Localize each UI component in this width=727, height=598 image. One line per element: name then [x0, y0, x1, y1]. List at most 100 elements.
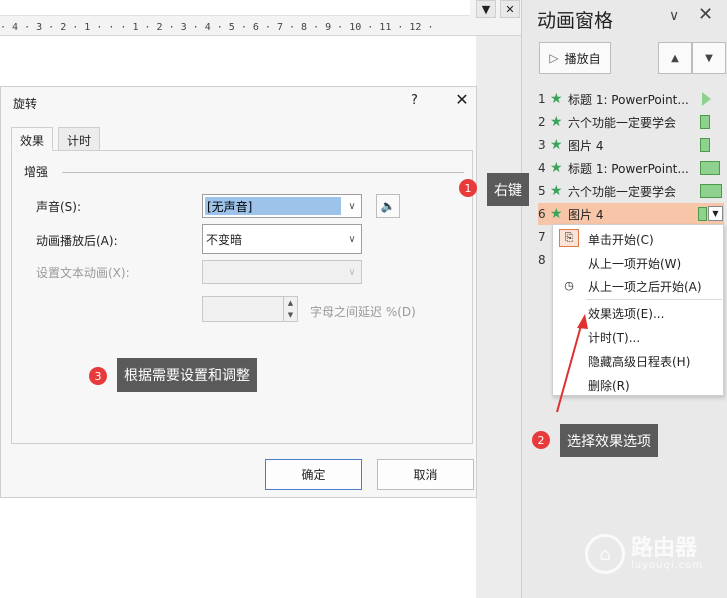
chevron-down-icon: ∨ [348, 233, 356, 245]
after-animation-value: 不变暗 [206, 233, 243, 247]
play-from-button[interactable]: ▷ 播放自 [539, 42, 611, 74]
item-number: 8 [538, 253, 546, 267]
timeline-bar[interactable] [700, 184, 722, 198]
item-number: 3 [538, 138, 546, 152]
move-down-button[interactable]: ▼ [692, 42, 726, 74]
after-animation-label: 动画播放后(A): [36, 234, 118, 248]
star-icon: ★ [550, 91, 563, 107]
animate-text-label: 设置文本动画(X): [36, 266, 130, 280]
animation-item[interactable]: 3 ★ 图片 4 [538, 134, 724, 156]
triangle-down-icon: ▼ [705, 52, 713, 64]
clock-icon: ◷ [564, 278, 574, 292]
step-badge: 3 [89, 367, 107, 385]
speaker-icon: 🔈 [380, 199, 396, 213]
dialog-close-button[interactable]: ✕ [452, 90, 472, 109]
animation-item[interactable]: 4 ★ 标题 1: PowerPoint... [538, 157, 724, 179]
sound-label: 声音(S): [36, 200, 82, 214]
step-callout: 根据需要设置和调整 [117, 358, 257, 392]
timeline-bar[interactable] [700, 161, 720, 175]
item-name: 六个功能一定要学会 [568, 184, 677, 199]
item-name: 六个功能一定要学会 [568, 115, 677, 130]
timeline-marker [702, 92, 711, 106]
pane-options-button[interactable]: ∨ [669, 8, 679, 24]
chevron-down-icon: ▼ [481, 2, 491, 16]
menu-item-with-previous[interactable]: 从上一项开始(W) [553, 251, 723, 274]
section-divider [62, 172, 464, 173]
menu-item-timing[interactable]: 计时(T)... [553, 325, 723, 348]
star-icon: ★ [550, 114, 563, 130]
triangle-up-icon: ▲ [671, 52, 679, 64]
ok-button[interactable]: 确定 [265, 459, 362, 490]
tab-effect[interactable]: 效果 [11, 127, 54, 151]
rotate-effect-dialog: 旋转 ? ✕ 效果 计时 增强 声音(S): [无声音] ∨ 🔈 动画播放后(A… [0, 86, 477, 498]
letter-delay-spinner[interactable]: ▲ ▼ [202, 296, 298, 322]
watermark: ⌂ 路由器 luyouqi.com [585, 534, 703, 574]
sound-value: [无声音] [205, 197, 341, 215]
item-number: 4 [538, 161, 546, 175]
mouse-icon: ⎘ [559, 229, 579, 247]
item-number: 1 [538, 92, 546, 106]
pane-close-button[interactable]: ✕ [698, 4, 713, 25]
step-callout: 右键 [487, 173, 529, 206]
menu-item-effect-options[interactable]: 效果选项(E)... [553, 301, 723, 324]
context-menu: ⎘ 单击开始(C) 从上一项开始(W) ◷ 从上一项之后开始(A) 效果选项(E… [552, 224, 724, 396]
ribbon-dropdown-button[interactable]: ▼ [476, 0, 496, 18]
cancel-button[interactable]: 取消 [377, 459, 474, 490]
animate-text-select[interactable]: ∨ [202, 260, 362, 284]
close-icon: ✕ [698, 4, 714, 25]
timeline-bar[interactable] [700, 115, 710, 129]
star-icon: ★ [550, 160, 563, 176]
timeline-bar[interactable] [698, 207, 707, 221]
help-button[interactable]: ? [411, 93, 418, 108]
timeline-bar[interactable] [700, 138, 710, 152]
ruler-topbar [0, 0, 470, 16]
after-animation-select[interactable]: 不变暗 ∨ [202, 224, 362, 254]
spin-down-icon[interactable]: ▼ [284, 309, 297, 321]
ruler-ticks: · 4 · 3 · 2 · 1 · · · 1 · 2 · 3 · 4 · 5 … [0, 22, 434, 33]
menu-item-start-on-click[interactable]: ⎘ 单击开始(C) [553, 227, 723, 250]
item-name: 图片 4 [568, 207, 604, 222]
animation-item[interactable]: 1 ★ 标题 1: PowerPoint... [538, 88, 724, 110]
spinner-buttons[interactable]: ▲ ▼ [283, 297, 297, 321]
item-name: 标题 1: PowerPoint... [568, 92, 688, 107]
play-from-label: 播放自 [564, 51, 601, 66]
close-icon: ✕ [505, 2, 515, 16]
ruler-close-button[interactable]: ✕ [500, 0, 520, 18]
item-name: 标题 1: PowerPoint... [568, 161, 688, 176]
effect-tab-panel: 增强 声音(S): [无声音] ∨ 🔈 动画播放后(A): 不变暗 ∨ 设置文本… [11, 150, 473, 444]
pane-title: 动画窗格 [537, 10, 614, 32]
star-icon: ★ [550, 206, 563, 222]
animation-item[interactable]: 2 ★ 六个功能一定要学会 [538, 111, 724, 133]
play-icon: ▷ [549, 51, 559, 65]
router-logo-icon: ⌂ [585, 534, 625, 574]
menu-item-after-previous[interactable]: ◷ 从上一项之后开始(A) [553, 274, 723, 297]
item-number: 5 [538, 184, 546, 198]
volume-button[interactable]: 🔈 [376, 194, 400, 218]
item-name: 图片 4 [568, 138, 604, 153]
animation-item[interactable]: 5 ★ 六个功能一定要学会 [538, 180, 724, 202]
item-number: 6 [538, 207, 546, 221]
spin-up-icon[interactable]: ▲ [284, 297, 297, 309]
step-badge: 1 [459, 179, 477, 197]
menu-item-hide-advanced-timeline[interactable]: 隐藏高级日程表(H) [553, 349, 723, 372]
tab-timing[interactable]: 计时 [58, 127, 101, 151]
sound-select[interactable]: [无声音] ∨ [202, 194, 362, 218]
chevron-down-icon: ∨ [348, 266, 356, 278]
triangle-down-icon: ▼ [712, 209, 719, 218]
watermark-brand: 路由器 [631, 535, 698, 561]
chevron-down-icon: ∨ [348, 200, 356, 212]
canvas-gutter [476, 36, 521, 598]
move-up-button[interactable]: ▲ [658, 42, 692, 74]
ruler: ▼ ✕ · 4 · 3 · 2 · 1 · · · 1 · 2 · 3 · 4 … [0, 0, 521, 36]
watermark-site: luyouqi.com [631, 559, 704, 571]
step-badge: 2 [532, 431, 550, 449]
letter-delay-label: 字母之间延迟 %(D) [310, 305, 416, 319]
star-icon: ★ [550, 137, 563, 153]
menu-item-remove[interactable]: 删除(R) [553, 373, 723, 396]
item-dropdown-button[interactable]: ▼ [708, 206, 723, 221]
star-icon: ★ [550, 183, 563, 199]
section-enhance-label: 增强 [24, 165, 49, 179]
animation-item-selected[interactable]: 6 ★ 图片 4 [538, 203, 724, 225]
menu-divider [586, 299, 722, 300]
step-callout: 选择效果选项 [560, 424, 658, 457]
